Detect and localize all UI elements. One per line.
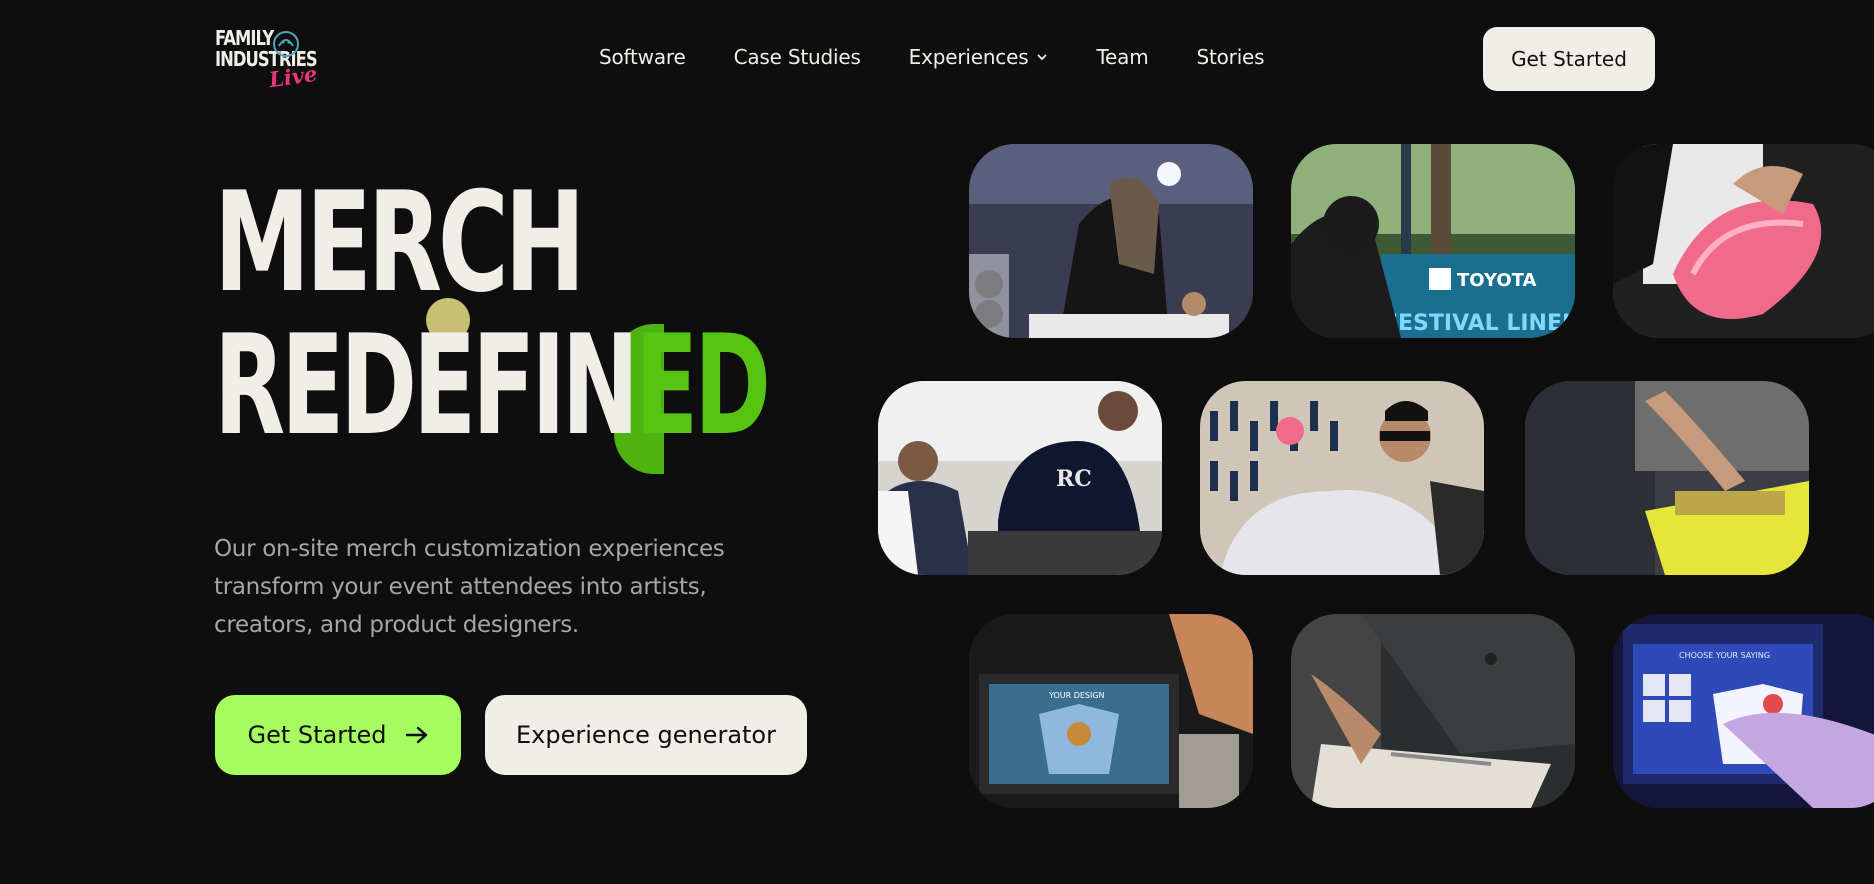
nav-item-case-studies[interactable]: Case Studies <box>734 45 861 69</box>
nav-item-experiences[interactable]: Experiences <box>909 45 1049 69</box>
nav-item-label: Team <box>1096 45 1149 69</box>
photo-screen-print <box>1525 381 1809 575</box>
photo-toyota-booth: TOYOTA FESTIVAL LINEUP <box>1291 144 1575 338</box>
photo-artist-drawing <box>969 144 1253 338</box>
hero-title-part-c: ED <box>635 305 771 466</box>
nav-item-stories[interactable]: Stories <box>1197 45 1265 69</box>
photo-kiosk-touchscreen: CHOOSE YOUR SAYING <box>1613 614 1874 808</box>
booth-sign-brand: TOYOTA <box>1457 270 1537 291</box>
hero-title-part-b: N <box>561 305 639 466</box>
photo-bucket-hat: RC <box>878 381 1162 575</box>
photo-pegboard-shirt <box>1200 381 1484 575</box>
chevron-down-icon <box>1038 54 1047 60</box>
landing-page: FAMILY INDUSTRIES Live Software Case Stu… <box>0 0 1874 884</box>
button-label: Get Started <box>247 721 387 749</box>
nav-item-label: Case Studies <box>733 45 861 69</box>
nav-item-software[interactable]: Software <box>599 45 686 69</box>
photo-heat-press <box>1291 614 1575 808</box>
hat-text: RC <box>1056 466 1092 492</box>
brand-logo[interactable]: FAMILY INDUSTRIES Live <box>215 28 319 93</box>
hero-description: Our on-site merch customization experien… <box>214 536 725 638</box>
header-get-started-button[interactable]: Get Started <box>1483 27 1655 91</box>
hero-title: MERCH REDEFINED <box>214 174 814 488</box>
photo-design-tablet: YOUR DESIGN <box>969 614 1253 808</box>
experience-generator-button[interactable]: Experience generator <box>485 695 807 775</box>
nav-item-team[interactable]: Team <box>1096 45 1148 69</box>
logo-script-live: Live <box>267 60 319 93</box>
hero-get-started-button[interactable]: Get Started <box>215 695 461 775</box>
tablet-screen-text: YOUR DESIGN <box>1048 691 1105 700</box>
booth-sign-lineup: FESTIVAL LINEUP <box>1383 311 1575 336</box>
hero-title-part-a: REDEFI <box>214 305 566 466</box>
mascot-icon <box>273 31 299 57</box>
main-nav: Software Case Studies Experiences Team S… <box>599 45 1312 69</box>
kiosk-screen-text: CHOOSE YOUR SAYING <box>1679 651 1770 660</box>
nav-item-label: Stories <box>1196 45 1265 69</box>
arrow-right-icon <box>405 726 427 744</box>
nav-item-label: Software <box>599 45 686 69</box>
hero-title-line-2: REDEFINED <box>214 317 771 455</box>
hero-title-line-1: MERCH <box>214 162 585 323</box>
photo-pink-bag <box>1613 144 1874 338</box>
nav-item-label: Experiences <box>908 45 1029 69</box>
